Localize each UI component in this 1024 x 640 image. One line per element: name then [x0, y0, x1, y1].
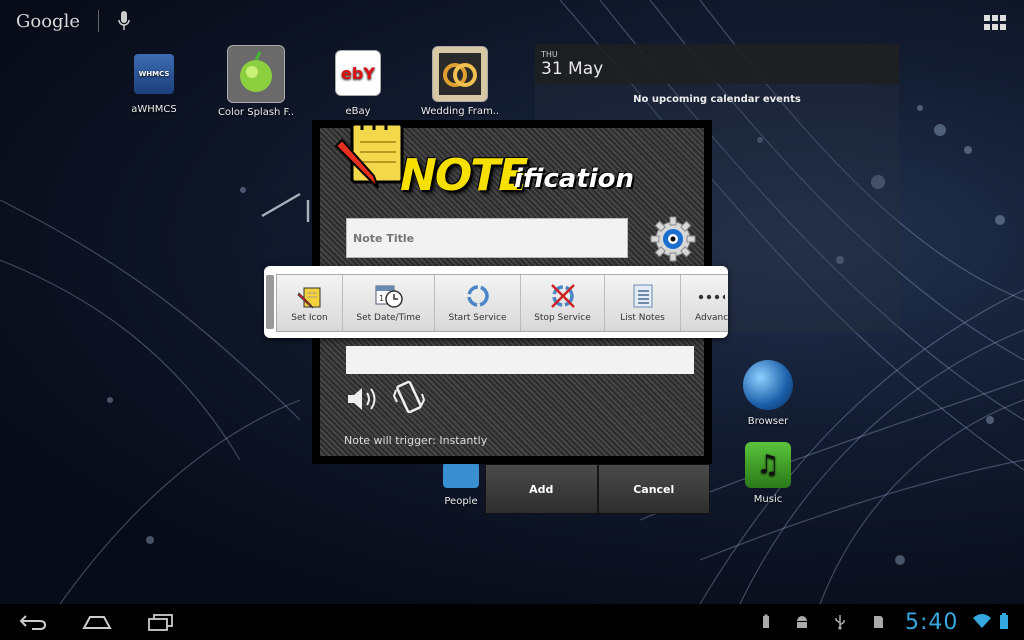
search-separator [97, 10, 99, 32]
google-logo[interactable]: Google [16, 11, 80, 32]
desktop-icon-browser[interactable]: Browser [723, 360, 813, 427]
back-icon[interactable] [18, 612, 48, 632]
speaker-icon[interactable] [346, 384, 380, 414]
menu-item-label: Set Date/Time [356, 313, 421, 323]
calendar-header: THU 31 May [535, 44, 899, 84]
app-title-main: NOTE [400, 150, 528, 201]
desktop-icon-label: eBay [345, 106, 371, 117]
calendar-date: 31 May [541, 59, 604, 79]
google-search-bar[interactable]: Google [16, 10, 131, 32]
app-title-suffix: ification [514, 164, 635, 194]
menu-item-advanced[interactable]: Advanc [681, 275, 728, 331]
options-menu-bar: Set Icon 1 Set Date/Time Start Service S… [276, 274, 728, 332]
wedding-rings-icon [432, 46, 488, 102]
globe-icon [743, 360, 793, 410]
menu-item-label: Advanc [695, 313, 728, 323]
menu-scroll-grip[interactable] [266, 275, 274, 329]
desktop-icon-ebay[interactable]: ebY eBay [313, 50, 403, 117]
list-icon [633, 284, 652, 308]
battery-notification-icon[interactable] [758, 614, 774, 630]
menu-item-label: Start Service [448, 313, 507, 323]
music-note-icon: ♫ [745, 442, 791, 488]
all-apps-icon[interactable] [984, 15, 1006, 31]
wifi-icon[interactable] [972, 612, 992, 630]
menu-item-label: Set Icon [291, 313, 328, 323]
dialog-button-bar: Add Cancel [485, 464, 710, 514]
calendar-day-of-week: THU [541, 50, 558, 59]
menu-item-label: Stop Service [534, 313, 591, 323]
menu-item-list-notes[interactable]: List Notes [605, 275, 681, 331]
cancel-button[interactable]: Cancel [596, 465, 709, 513]
notepad-icon [297, 287, 320, 309]
note-title-input[interactable] [346, 218, 628, 258]
color-splash-icon [227, 45, 285, 103]
desktop-icon-label: Music [753, 494, 783, 505]
note-body-input[interactable] [346, 346, 694, 374]
desktop-icon-label: Color Splash F.. [217, 107, 295, 118]
desktop-icon-music[interactable]: ♫ Music [723, 442, 813, 505]
people-icon [443, 462, 479, 488]
whmcs-badge-text: WHMCS [138, 70, 170, 78]
desktop-icon-label: People [444, 496, 478, 507]
vibrate-icon[interactable] [392, 378, 426, 418]
status-clock[interactable]: 5:40 [905, 610, 958, 635]
home-icon[interactable] [82, 612, 112, 632]
whmcs-icon: WHMCS [134, 54, 174, 94]
menu-item-set-icon[interactable]: Set Icon [277, 275, 343, 331]
desktop-icon-label: Browser [747, 416, 789, 427]
refresh-icon [466, 285, 489, 307]
usb-icon[interactable] [832, 614, 848, 630]
trigger-status-text: Note will trigger: Instantly [344, 434, 488, 447]
menu-item-start-service[interactable]: Start Service [435, 275, 521, 331]
ebay-icon: ebY [335, 50, 381, 96]
notepad-logo-icon [334, 120, 404, 189]
desktop-icon-color-splash[interactable]: Color Splash F.. [211, 45, 301, 118]
battery-icon[interactable] [998, 612, 1010, 630]
ebay-badge-text: ebY [341, 63, 375, 83]
settings-gear-icon[interactable] [648, 214, 698, 264]
menu-item-stop-service[interactable]: Stop Service [521, 275, 605, 331]
desktop-icon-label: aWHMCS [131, 104, 177, 115]
system-navigation-bar: 5:40 [0, 604, 1024, 640]
microphone-icon[interactable] [117, 10, 131, 32]
recent-apps-icon[interactable] [146, 612, 176, 632]
calendar-empty-message: No upcoming calendar events [633, 94, 801, 105]
menu-item-label: List Notes [620, 313, 665, 323]
options-popup-menu: Set Icon 1 Set Date/Time Start Service S… [264, 266, 728, 338]
app-logo: NOTE ification [330, 120, 670, 208]
desktop-icon-label: Wedding Fram.. [420, 106, 500, 117]
desktop-icon-wedding-frames[interactable]: Wedding Fram.. [415, 46, 505, 117]
svg-text:1: 1 [379, 294, 384, 303]
android-debug-icon[interactable] [794, 614, 810, 630]
add-button[interactable]: Add [486, 465, 597, 513]
menu-item-set-date-time[interactable]: 1 Set Date/Time [343, 275, 435, 331]
desktop-icon-awhmcs[interactable]: WHMCS aWHMCS [109, 54, 199, 115]
calendar-clock-icon: 1 [375, 285, 403, 308]
stop-service-icon [550, 284, 575, 308]
more-icon [698, 294, 725, 300]
sd-card-icon[interactable] [870, 614, 886, 630]
